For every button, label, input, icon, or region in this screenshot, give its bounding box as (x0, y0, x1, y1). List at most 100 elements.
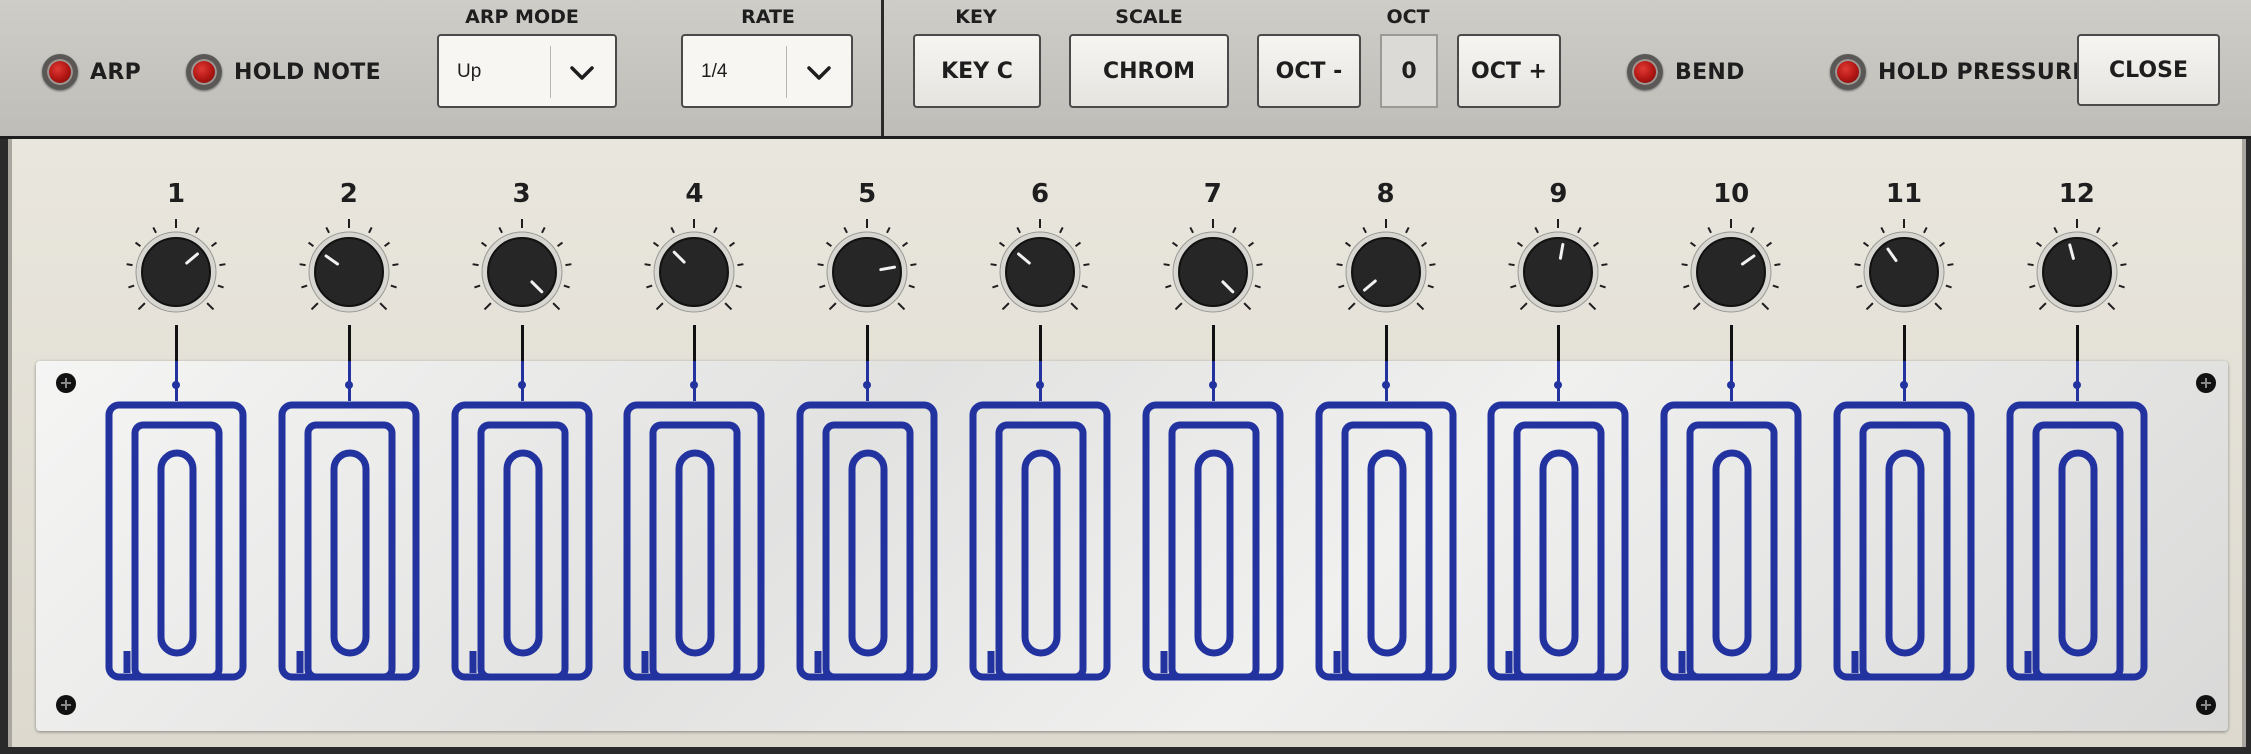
knob-number: 7 (1203, 179, 1222, 209)
knob-tick (2107, 302, 2115, 311)
pad-electrode-icon (1315, 401, 1457, 681)
knob-dial[interactable] (121, 217, 231, 327)
knob-tick (1707, 226, 1713, 234)
knob-tick (307, 241, 314, 247)
knob-dial[interactable] (1503, 217, 1613, 327)
oct-label: OCT (1386, 6, 1430, 28)
arp-toggle[interactable]: ARP (42, 46, 141, 98)
pad-trace (1513, 421, 1605, 681)
knob-tick (1945, 284, 1952, 289)
rate-select[interactable]: 1/4 (681, 34, 853, 108)
touch-pad-2[interactable] (278, 401, 420, 681)
scale-button[interactable]: CHROM (1069, 34, 1229, 108)
knob-tick (2095, 226, 2101, 234)
knob-cap (659, 237, 730, 307)
pad-trace (503, 449, 543, 657)
pad-trace (2006, 401, 2148, 681)
pad-electrode-icon (1660, 401, 1802, 681)
knob-tick (724, 302, 733, 311)
knob-tick (1415, 302, 1424, 311)
knob-tick (1750, 226, 1755, 234)
pad-trace (1168, 421, 1260, 681)
oct-minus-button[interactable]: OCT - (1257, 34, 1361, 108)
arp-mode-select[interactable]: Up (437, 34, 617, 108)
pad-trace (131, 421, 223, 681)
key-label: KEY (955, 6, 997, 28)
knob-tick (646, 284, 653, 289)
knob-tick (1593, 241, 1600, 247)
knob-dial[interactable] (985, 217, 1095, 327)
hold-note-toggle[interactable]: HOLD NOTE (186, 46, 381, 98)
knob-tick (713, 226, 718, 234)
pad-dot (344, 381, 353, 389)
knob-2: 2 (269, 139, 429, 385)
knob-tick (1683, 284, 1690, 289)
screw-icon (56, 695, 76, 715)
knob-dial[interactable] (1676, 217, 1786, 327)
touch-pad-8[interactable] (1315, 401, 1457, 681)
rate-label: RATE (741, 6, 795, 28)
pad-trace (304, 421, 396, 681)
knob-cap (486, 237, 557, 307)
touch-pad-1[interactable] (105, 401, 247, 681)
knob-11: 11 (1824, 139, 1984, 385)
knob-dial[interactable] (1158, 217, 1268, 327)
knob-tick (1001, 302, 1010, 311)
knob-tick (2035, 241, 2042, 247)
rate-value: 1/4 (701, 61, 728, 82)
knob-dial[interactable] (1331, 217, 1441, 327)
knob-dial[interactable] (467, 217, 577, 327)
knob-tick (1761, 302, 1770, 311)
touch-pad-11[interactable] (1833, 401, 1975, 681)
touch-pad-6[interactable] (969, 401, 1111, 681)
pad-dot (172, 381, 180, 389)
knob-tick (2120, 263, 2127, 267)
knob-tick (1420, 241, 1427, 247)
knob-tick (128, 284, 135, 289)
knob-cap (2041, 237, 2112, 307)
pad-dot (1727, 381, 1736, 389)
hold-pressure-toggle[interactable]: HOLD PRESSURE (1830, 46, 2088, 98)
pad-trace (477, 421, 569, 681)
knob-dial[interactable] (639, 217, 749, 327)
knob-tick (2028, 284, 2036, 289)
knob-dial[interactable] (2022, 217, 2132, 327)
knob-tick (910, 263, 917, 267)
knob-tick (1508, 263, 1516, 267)
pad-trace (1712, 449, 1752, 657)
knob-tick (392, 263, 399, 267)
touch-pad-12[interactable] (2006, 401, 2148, 681)
knob-dial[interactable] (294, 217, 404, 327)
arp-led-icon (42, 54, 78, 90)
knob-tick (1517, 241, 1524, 247)
touch-pad-7[interactable] (1142, 401, 1284, 681)
close-button[interactable]: CLOSE (2077, 34, 2220, 106)
rate-separator (786, 46, 787, 98)
touch-pad-5[interactable] (796, 401, 938, 681)
knob-tick (1774, 263, 1781, 267)
knob-tick (152, 226, 157, 234)
screw-icon (56, 373, 76, 393)
pad-trace (278, 401, 420, 681)
knob-tick (653, 241, 660, 247)
key-button[interactable]: KEY C (913, 34, 1041, 108)
pad-trace (1686, 421, 1778, 681)
pad-trace (649, 421, 741, 681)
hold-pressure-label: HOLD PRESSURE (1878, 59, 2088, 85)
touch-pad-3[interactable] (451, 401, 593, 681)
screw-icon (2196, 373, 2216, 393)
knob-dial[interactable] (812, 217, 922, 327)
knob-dial[interactable] (1849, 217, 1959, 327)
knob-tick (379, 302, 387, 311)
touch-pad-10[interactable] (1660, 401, 1802, 681)
touch-pad-9[interactable] (1487, 401, 1629, 681)
knob-number: 3 (512, 179, 531, 209)
touch-pad-4[interactable] (623, 401, 765, 681)
oct-plus-button[interactable]: OCT + (1457, 34, 1561, 108)
knob-tick (1174, 302, 1183, 311)
knob-tick (1934, 302, 1943, 311)
pad-dot (1036, 381, 1044, 389)
knob-tick (134, 241, 141, 247)
bend-toggle[interactable]: BEND (1627, 46, 1745, 98)
knob-tick (998, 241, 1005, 247)
